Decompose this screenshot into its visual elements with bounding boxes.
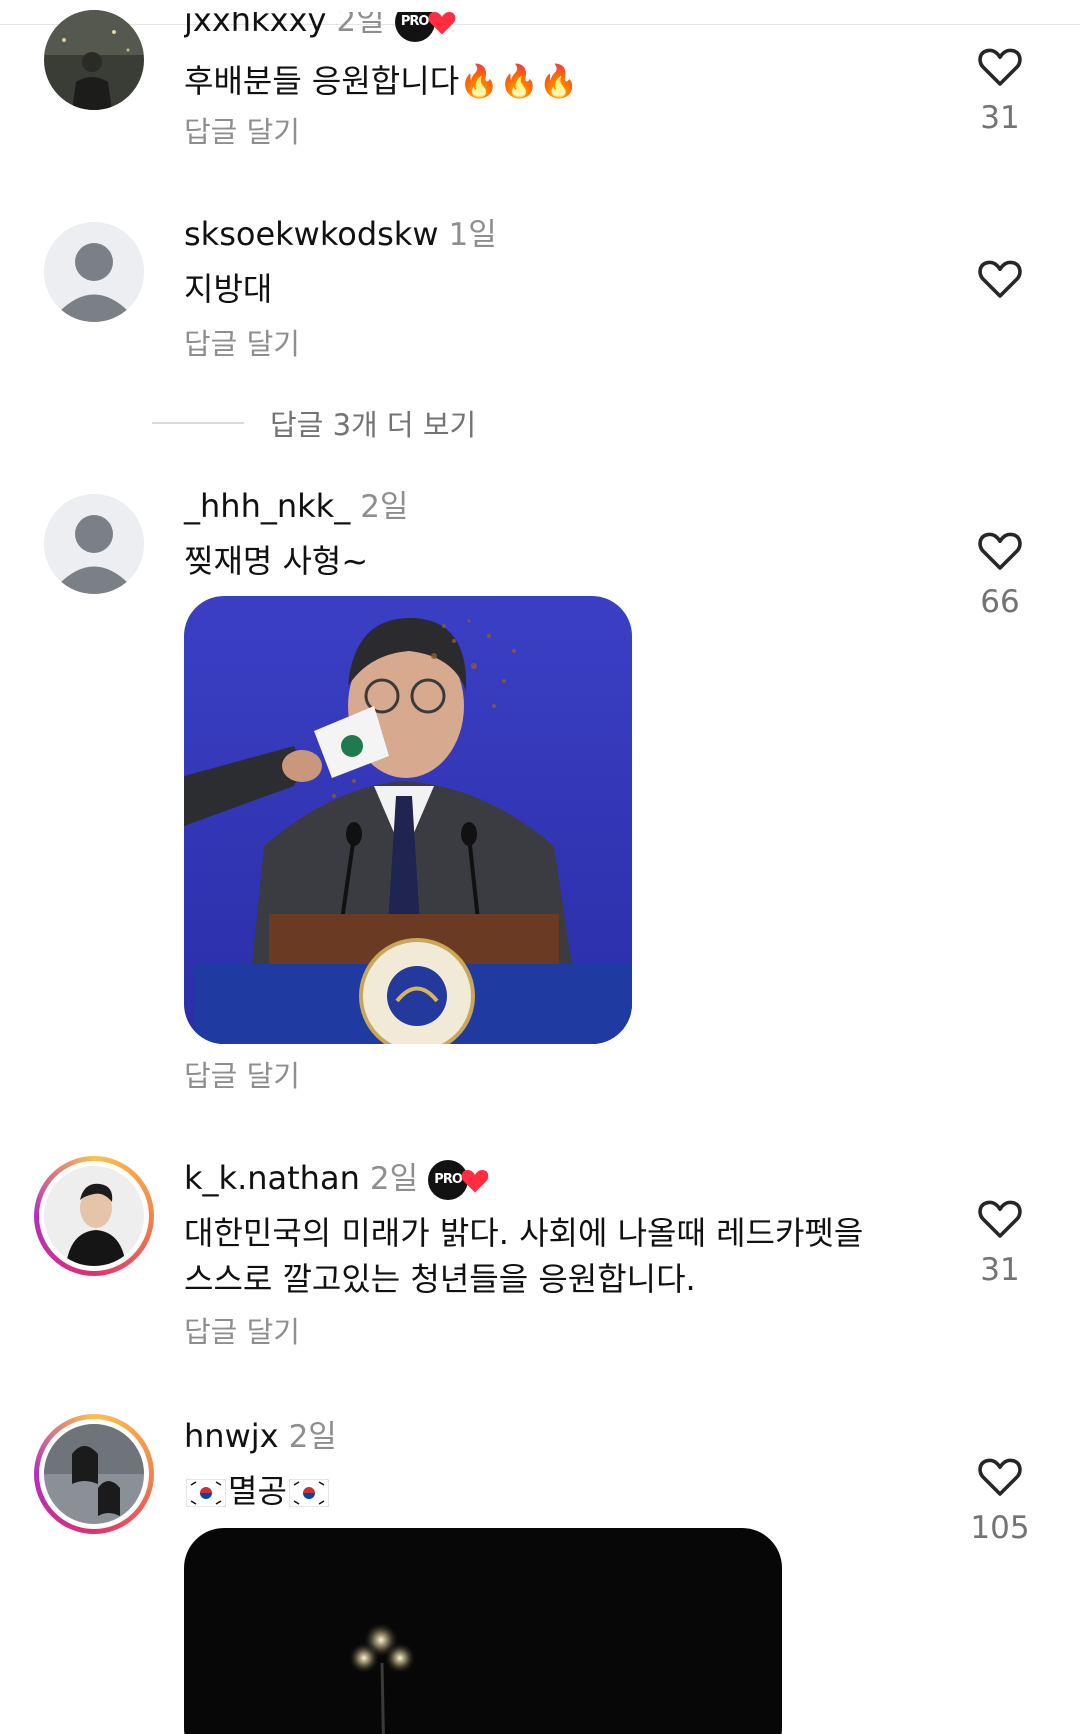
comment-text: 찢재명 사형~: [184, 542, 369, 580]
username-line: k_k.nathan 2일 PRO: [184, 1158, 492, 1200]
username-line: hnwjx 2일: [184, 1416, 337, 1457]
like-count: 105: [970, 1510, 1030, 1546]
avatar-photo: [44, 1166, 144, 1266]
comment-text: 지방대: [184, 270, 273, 308]
like-count: 66: [980, 584, 1020, 620]
reply-button[interactable]: 답글 달기: [184, 112, 300, 152]
username[interactable]: jxxhkxxy: [184, 12, 326, 39]
comment-line: 대한민국의 미래가 밝다. 사회에 나올때 레드카펫을: [184, 1214, 864, 1252]
like-count: 31: [980, 100, 1020, 136]
avatar-photo: [44, 10, 144, 110]
username[interactable]: k_k.nathan: [184, 1159, 360, 1197]
replies-divider: [152, 422, 244, 424]
reply-button[interactable]: 답글 달기: [184, 324, 300, 364]
korea-flag-icon: [186, 1479, 226, 1507]
comment-image[interactable]: [184, 596, 632, 1044]
avatar-story-ring[interactable]: [34, 1414, 154, 1534]
comment-age: 2일: [336, 3, 385, 39]
username-line: _hhh_nkk_ 2일: [184, 486, 408, 527]
avatar: [44, 1424, 144, 1524]
comment-age: 2일: [288, 1419, 337, 1455]
like-button[interactable]: 105: [960, 1454, 1040, 1548]
comment-body: 멸공: [228, 1472, 287, 1510]
default-avatar-icon: [44, 222, 144, 322]
pro-badge: PRO: [394, 12, 459, 42]
avatar[interactable]: [44, 494, 144, 594]
fire-emoji: 🔥🔥🔥: [459, 62, 579, 100]
comment-age: 1일: [448, 217, 497, 253]
avatar[interactable]: [44, 10, 144, 110]
avatar-story-ring[interactable]: [34, 1156, 154, 1276]
like-button[interactable]: 66: [960, 528, 1040, 622]
avatar: [44, 1166, 144, 1266]
like-count: 31: [980, 1252, 1020, 1288]
comment-text: 멸공: [184, 1468, 924, 1514]
heart-outline-icon: [978, 260, 1022, 298]
night-photo: [184, 1528, 782, 1734]
pro-badge: PRO: [428, 1160, 492, 1200]
heart-outline-icon: [978, 532, 1022, 570]
reply-button[interactable]: 답글 달기: [184, 1056, 300, 1096]
comment-line: 스스로 깔고있는 청년들을 응원합니다.: [184, 1260, 696, 1298]
like-button[interactable]: 31: [960, 44, 1040, 138]
username-line: jxxhkxxy 2일 PRO: [184, 3, 459, 42]
view-more-replies[interactable]: 답글 3개 더 보기: [152, 402, 476, 442]
reply-button[interactable]: 답글 달기: [184, 1312, 300, 1352]
username[interactable]: hnwjx: [184, 1417, 279, 1455]
heart-outline-icon: [978, 1200, 1022, 1238]
korea-flag-icon: [288, 1479, 329, 1507]
comment-body: 후배분들 응원합니다: [184, 62, 460, 100]
comment-age: 2일: [369, 1161, 419, 1197]
avatar[interactable]: [44, 222, 144, 322]
comment-image[interactable]: [184, 1528, 782, 1734]
heart-outline-icon: [978, 48, 1022, 86]
red-heart-icon: [461, 1170, 489, 1193]
podium-photo: [184, 596, 632, 1044]
comment-text: 후배분들 응원합니다🔥🔥🔥: [184, 58, 924, 104]
view-more-replies-label: 답글 3개 더 보기: [270, 408, 477, 442]
heart-outline-icon: [978, 1458, 1022, 1496]
like-button[interactable]: 31: [960, 1196, 1040, 1290]
top-divider: [0, 24, 1080, 25]
default-avatar-icon: [44, 494, 144, 594]
like-button[interactable]: [960, 256, 1040, 300]
red-heart-icon: [428, 12, 455, 35]
comment-text: 대한민국의 미래가 밝다. 사회에 나올때 레드카펫을 스스로 깔고있는 청년들…: [184, 1210, 924, 1302]
comment-age: 2일: [360, 489, 409, 525]
username-line: sksoekwkodskw 1일: [184, 214, 497, 255]
username[interactable]: _hhh_nkk_: [184, 487, 350, 525]
avatar-photo: [44, 1424, 144, 1524]
username[interactable]: sksoekwkodskw: [184, 215, 439, 253]
comments-screen: jxxhkxxy 2일 PRO 후배분들 응원합니다🔥🔥🔥 답글 달기 31 sks…: [0, 0, 1080, 1734]
